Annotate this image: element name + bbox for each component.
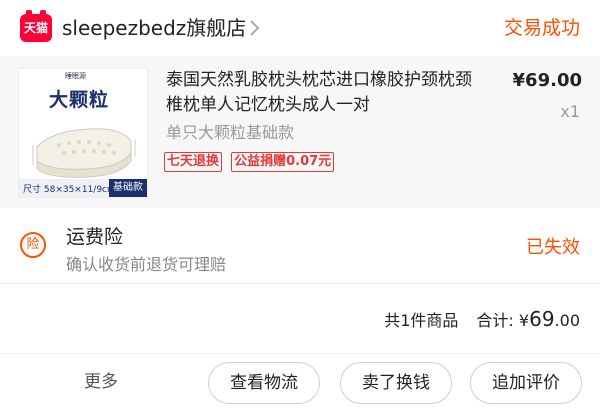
product-title[interactable]: 泰国天然乳胶枕头枕芯进口橡胶护颈枕颈椎枕单人记忆枕头成人一对 (166, 68, 486, 118)
tmall-logo-icon: 天猫 (20, 10, 52, 42)
product-sku: 单只大颗粒基础款 (166, 123, 295, 142)
action-bar: 更多 查看物流 卖了换钱 追加评价 (0, 354, 600, 412)
insurance-icon: 险 (20, 232, 46, 258)
product-thumbnail[interactable]: 睡眠源 大颗粒 尺寸 58×35×11/9cm 基础款 (18, 68, 148, 198)
order-summary: 共1件商品 合计: ¥69.00 (0, 284, 600, 354)
total-amount-dec: .00 (554, 311, 580, 330)
summary-text: 共1件商品 合计: ¥69.00 (384, 306, 580, 334)
chevron-right-icon[interactable] (248, 14, 262, 42)
service-tag-donation: 公益捐赠0.07元 (231, 152, 335, 172)
insurance-description: 确认收货前退货可理赔 (66, 255, 227, 274)
shop-name-link[interactable]: sleepezbedz旗舰店 (62, 14, 246, 42)
pillow-image (32, 128, 136, 178)
thumb-tag: 基础款 (109, 179, 147, 197)
thumb-size-label: 尺寸 58×35×11/9cm (23, 185, 116, 195)
service-tags: 七天退换 公益捐赠0.07元 (164, 150, 338, 172)
order-status: 交易成功 (503, 17, 580, 39)
service-tag-return: 七天退换 (164, 152, 223, 172)
total-label: 合计: (476, 311, 514, 330)
item-count: 共1件商品 (384, 311, 459, 330)
insurance-title: 运费险 (66, 226, 124, 248)
shipping-insurance-row[interactable]: 险 运费险 确认收货前退货可理赔 已失效 (0, 208, 600, 284)
shop-header: 天猫 sleepezbedz旗舰店 交易成功 (0, 0, 600, 56)
sell-for-cash-button[interactable]: 卖了换钱 (340, 362, 452, 404)
total-amount-int: 69 (529, 307, 555, 331)
product-quantity: x1 (560, 102, 580, 121)
product-price: ¥69.00 (512, 70, 582, 91)
product-item[interactable]: 睡眠源 大颗粒 尺寸 58×35×11/9cm 基础款 泰国天然乳胶枕头枕芯进口… (0, 56, 600, 208)
view-logistics-button[interactable]: 查看物流 (208, 362, 320, 404)
more-button[interactable]: 更多 (84, 368, 118, 396)
currency-symbol: ¥ (518, 311, 530, 330)
thumb-title: 大颗粒 (49, 89, 110, 111)
insurance-status: 已失效 (526, 237, 580, 258)
add-review-button[interactable]: 追加评价 (470, 362, 582, 404)
thumb-brand: 睡眠源 (65, 72, 86, 80)
